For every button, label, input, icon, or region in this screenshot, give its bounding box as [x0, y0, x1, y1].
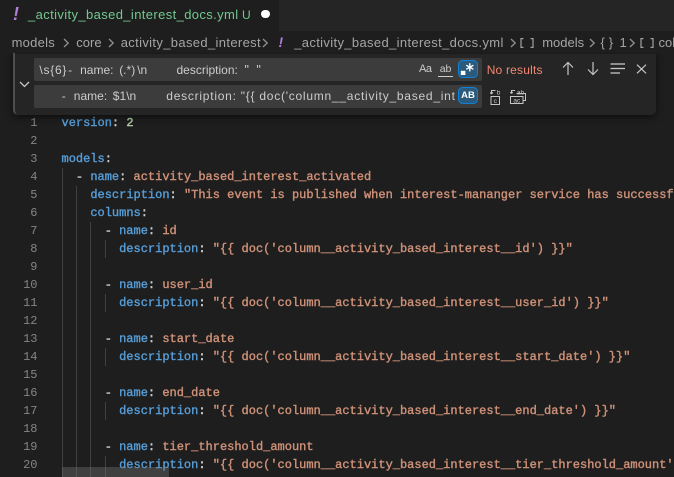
svg-text:ab: ab [516, 89, 524, 96]
svg-text:b: b [496, 89, 500, 96]
svg-text:ac: ac [513, 97, 521, 104]
svg-text:c: c [493, 97, 497, 104]
